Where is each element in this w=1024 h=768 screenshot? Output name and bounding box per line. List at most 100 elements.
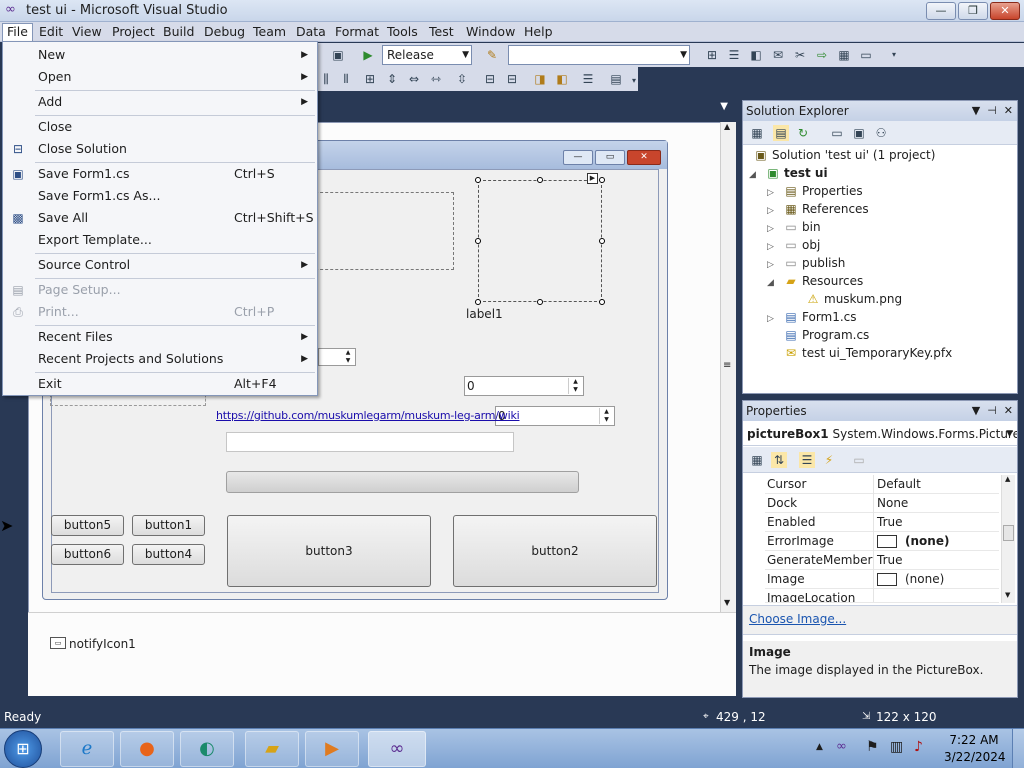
tree-item-program[interactable]: ▤ Program.cs	[783, 326, 869, 344]
scroll-down-icon[interactable]: ▼	[724, 598, 730, 607]
menu-tools[interactable]: Tools	[383, 24, 422, 40]
find-combo[interactable]: ▼	[508, 45, 690, 65]
bring-to-front-icon[interactable]: ◨	[532, 71, 548, 87]
form-minimize-button[interactable]: —	[563, 150, 593, 165]
view-designer-icon[interactable]: ▣	[851, 125, 867, 141]
expand-icon[interactable]: ▷	[767, 310, 783, 328]
network-icon[interactable]: ▥	[890, 739, 903, 755]
properties-view-icon[interactable]: ☰	[799, 452, 815, 468]
form-maximize-button[interactable]: ▭	[595, 150, 625, 165]
selection-handle[interactable]	[599, 177, 605, 183]
object-browser-icon[interactable]: ◧	[748, 47, 764, 63]
menu-item-recent-projects[interactable]: Recent Projects and Solutions ▶	[4, 348, 316, 370]
menu-item-add[interactable]: Add ▶	[4, 91, 316, 113]
property-row-enabled[interactable]: Enabled True	[765, 513, 999, 532]
tree-item-pfx[interactable]: ✉ test ui_TemporaryKey.pfx	[783, 344, 952, 362]
toolbar-overflow-icon[interactable]: ▾	[886, 47, 902, 63]
menu-item-open[interactable]: Open ▶	[4, 66, 316, 88]
spin-arrows-icon[interactable]: ▲ ▼	[599, 408, 613, 424]
menu-debug[interactable]: Debug	[200, 24, 249, 40]
property-row-cursor[interactable]: Cursor Default	[765, 475, 999, 494]
start-button[interactable]: ⊞	[4, 730, 42, 768]
picturebox1[interactable]	[478, 180, 602, 302]
menu-item-close-solution[interactable]: ⊟ Close Solution	[4, 138, 316, 160]
selection-handle[interactable]	[537, 299, 543, 305]
solution-explorer-icon[interactable]: ⊞	[704, 47, 720, 63]
properties-icon[interactable]: ☰	[726, 47, 742, 63]
align-middles-icon[interactable]: ⫼	[318, 71, 334, 87]
property-row-dock[interactable]: Dock None	[765, 494, 999, 513]
scroll-grip-icon[interactable]: ≡	[723, 360, 731, 371]
media-player-icon[interactable]: ▶	[305, 731, 359, 767]
center-horizontally-icon[interactable]: ⊟	[482, 71, 498, 87]
button5[interactable]: button5	[51, 515, 124, 536]
tree-item-references[interactable]: ▷ ▦ References	[767, 200, 869, 218]
tree-item-resources[interactable]: ◢ ▰ Resources	[767, 272, 863, 290]
property-pages-icon[interactable]: ▭	[851, 452, 867, 468]
spin-arrows-icon[interactable]: ▲ ▼	[568, 378, 582, 394]
groupbox-panel[interactable]	[300, 192, 454, 270]
panel-controls-icon[interactable]: ▼ ⊣ ✕	[972, 401, 1013, 421]
button1[interactable]: button1	[132, 515, 205, 536]
active-files-dropdown-icon[interactable]: ▼	[720, 101, 728, 112]
button3[interactable]: button3	[227, 515, 431, 587]
command-window-icon[interactable]: ▭	[858, 47, 874, 63]
solution-configuration-select[interactable]: Release ▼	[382, 45, 472, 65]
save-icon[interactable]: ▣	[330, 47, 346, 63]
firefox-icon[interactable]: ●	[120, 731, 174, 767]
media-app-icon[interactable]: ◐	[180, 731, 234, 767]
clock-date[interactable]: 3/22/2024	[944, 750, 1006, 764]
selection-handle[interactable]	[537, 177, 543, 183]
make-same-width-icon[interactable]: ⊞	[362, 71, 378, 87]
tab-order-icon[interactable]: ☰	[580, 71, 596, 87]
collapse-icon[interactable]: ◢	[767, 274, 783, 292]
menu-window[interactable]: Window	[462, 24, 519, 40]
alphabetical-icon[interactable]: ⇅	[771, 452, 787, 468]
selection-handle[interactable]	[599, 299, 605, 305]
menu-item-source-control[interactable]: Source Control ▶	[4, 254, 316, 276]
visual-studio-tray-icon[interactable]: ∞	[836, 739, 847, 754]
tools-icon[interactable]: ✂	[792, 47, 808, 63]
start-debugging-icon[interactable]: ▶	[360, 47, 376, 63]
menu-data[interactable]: Data	[292, 24, 330, 40]
tree-item-obj[interactable]: ▷ ▭ obj	[767, 236, 820, 254]
menu-edit[interactable]: Edit	[35, 24, 67, 40]
designer-vertical-scrollbar[interactable]: ▲ ≡ ▼	[720, 122, 736, 612]
clock-time[interactable]: 7:22 AM	[944, 733, 1004, 747]
refresh-icon[interactable]: ↻	[795, 125, 811, 141]
menu-project[interactable]: Project	[108, 24, 159, 40]
menu-item-save-all[interactable]: ▩ Save All Ctrl+Shift+S	[4, 207, 316, 229]
property-row-errorimage[interactable]: ErrorImage (none)	[765, 532, 999, 551]
show-all-files-icon[interactable]: ▤	[773, 125, 789, 141]
lock-controls-icon[interactable]: ▤	[608, 71, 624, 87]
object-selector[interactable]: pictureBox1 System.Windows.Forms.Picture…	[743, 422, 1017, 446]
menu-view[interactable]: View	[68, 24, 106, 40]
panel-controls-icon[interactable]: ▼ ⊣ ✕	[972, 101, 1013, 121]
close-button[interactable]: ✕	[990, 2, 1020, 20]
selection-handle[interactable]	[475, 299, 481, 305]
notifyicon1-component[interactable]: notifyIcon1	[69, 637, 136, 651]
send-to-back-icon[interactable]: ◧	[554, 71, 570, 87]
minimize-button[interactable]: —	[926, 2, 956, 20]
collapse-icon[interactable]: ◢	[749, 166, 765, 184]
horizontal-spacing-icon[interactable]: ⇔	[406, 71, 422, 87]
show-hidden-icons-icon[interactable]: ▲	[816, 742, 823, 752]
tree-project[interactable]: ◢ ▣ test ui	[749, 164, 828, 182]
properties-icon[interactable]: ▦	[749, 125, 765, 141]
class-diagram-icon[interactable]: ⚇	[873, 125, 889, 141]
property-row-imagelocation[interactable]: ImageLocation	[765, 589, 999, 603]
file-explorer-icon[interactable]: ▰	[245, 731, 299, 767]
menu-team[interactable]: Team	[249, 24, 290, 40]
numeric-updown-partial[interactable]: ▲ ▼	[318, 348, 356, 366]
menu-format[interactable]: Format	[331, 24, 383, 40]
selection-handle[interactable]	[475, 177, 481, 183]
button6[interactable]: button6	[51, 544, 124, 565]
menu-item-save-form1[interactable]: ▣ Save Form1.cs Ctrl+S	[4, 163, 316, 185]
button4[interactable]: button4	[132, 544, 205, 565]
tree-item-bin[interactable]: ▷ ▭ bin	[767, 218, 821, 236]
find-in-files-icon[interactable]: ✎	[484, 47, 500, 63]
property-row-generatemember[interactable]: GenerateMember True	[765, 551, 999, 570]
menu-item-save-form1-as[interactable]: Save Form1.cs As...	[4, 185, 316, 207]
align-bottoms-icon[interactable]: ⫴	[338, 71, 354, 87]
scroll-down-icon[interactable]: ▼	[1005, 591, 1010, 599]
